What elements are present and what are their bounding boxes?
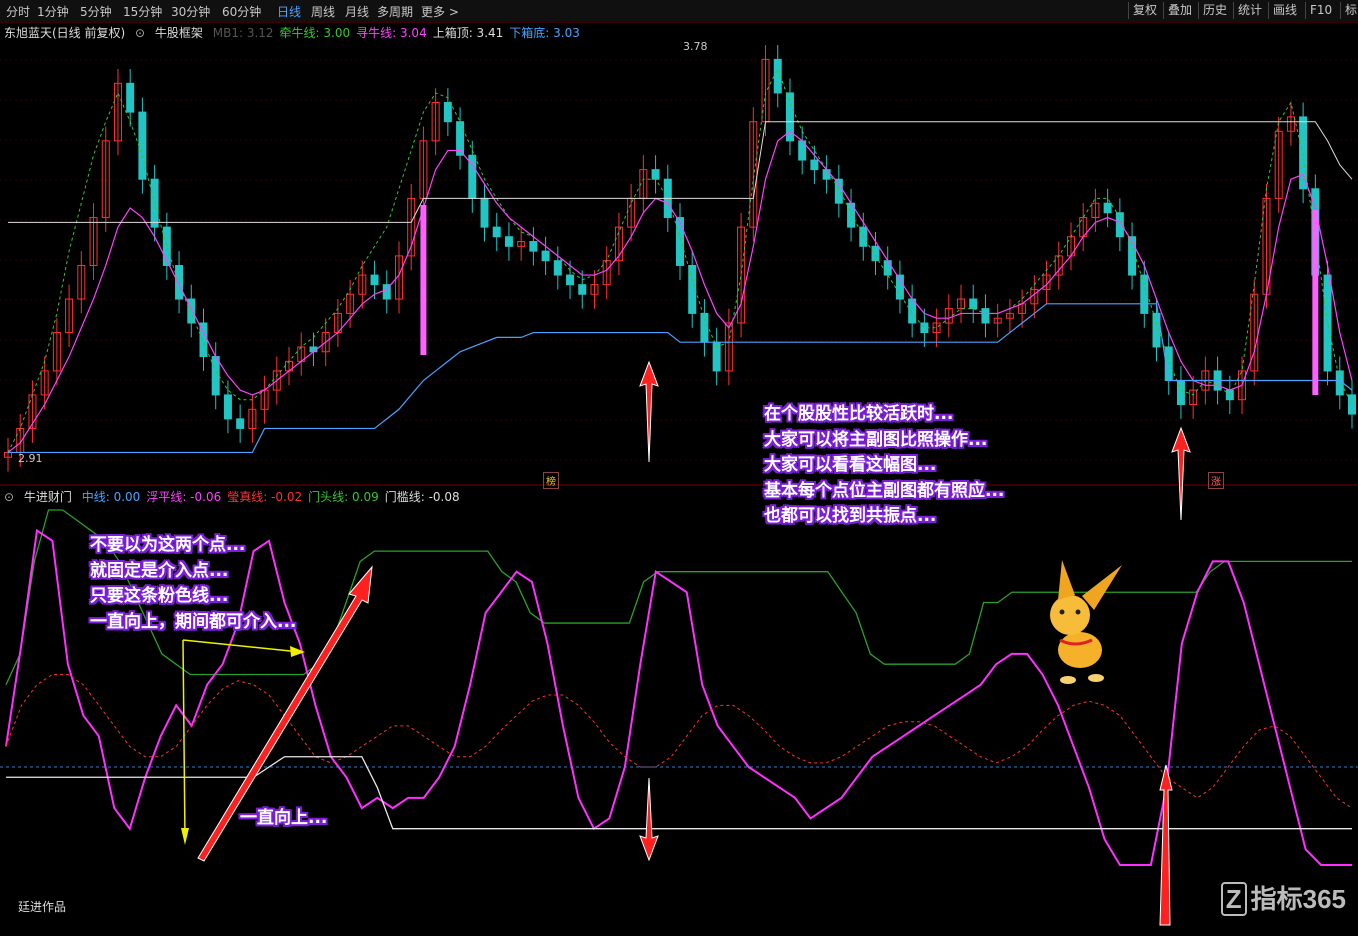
sub-series-line <box>6 756 1352 830</box>
candle-body <box>883 260 892 276</box>
dog-icon <box>1082 565 1122 610</box>
dog-icon <box>1075 609 1081 615</box>
candle-body <box>175 264 184 300</box>
note-left: 不要以为这两个点... 就固定是介入点... 只要这条粉色线... 一直向上，期… <box>90 533 296 635</box>
candle-body <box>578 284 587 295</box>
candle-body <box>492 226 501 238</box>
signal-bar <box>420 205 427 355</box>
candle-body <box>566 274 575 286</box>
note-line: 一直向上，期间都可介入... <box>90 611 297 632</box>
candle-body <box>223 394 232 420</box>
event-mark-right[interactable]: 涨 <box>1208 472 1224 489</box>
yellow-arrow-line <box>182 639 301 653</box>
note-line: 不要以为这两个点... <box>90 535 246 555</box>
candle-body <box>871 245 880 262</box>
candle-body <box>1299 116 1308 190</box>
candle-body <box>1115 212 1124 238</box>
dog-icon <box>1058 560 1075 600</box>
candle-body <box>504 236 513 247</box>
candle-body <box>676 217 684 266</box>
dog-icon <box>1059 609 1065 615</box>
sub-series-line <box>5 673 1353 809</box>
candle-body <box>553 260 562 276</box>
red-arrow-icon <box>639 360 659 463</box>
candle-body <box>895 274 904 300</box>
note-line: 就固定是介入点... <box>90 560 229 581</box>
candle-body <box>480 197 489 228</box>
note-up: 一直向上... <box>240 808 328 828</box>
candle-body <box>822 169 831 180</box>
note-line: 只要这条粉色线... <box>90 586 229 606</box>
note-line: 大家可以将主副图比照操作... <box>764 429 988 450</box>
candle-body <box>236 418 245 429</box>
candle-body <box>138 111 147 180</box>
candle-body <box>700 312 709 343</box>
note-line: 在个股股性比较活跃时... <box>764 404 954 424</box>
candle-body <box>529 241 538 252</box>
note-line: 也都可以找到共振点... <box>764 506 937 526</box>
series-line <box>7 130 1353 453</box>
candle-body <box>1140 274 1149 314</box>
dog-icon <box>1050 595 1090 635</box>
candle-body <box>1176 380 1185 405</box>
candle-body <box>1323 274 1332 372</box>
note-right: 在个股股性比较活跃时... 大家可以将主副图比照操作... 大家可以看看这幅图.… <box>764 402 1004 530</box>
note-line: 大家可以看看这幅图... <box>764 455 937 475</box>
candle-body <box>370 274 379 286</box>
candle-body <box>834 178 843 204</box>
candle-body <box>1103 202 1112 214</box>
event-mark-left[interactable]: 榜 <box>543 472 559 489</box>
dog-icon <box>1058 632 1102 668</box>
candle-body <box>981 308 990 324</box>
yellow-arrow-icon <box>181 828 189 845</box>
candle-body <box>969 298 978 310</box>
dog-icon <box>1088 674 1104 682</box>
candle-body <box>126 82 135 113</box>
high-price-label: 3.78 <box>683 40 708 53</box>
signal-bar <box>1312 210 1319 395</box>
series-line <box>8 303 1353 454</box>
candle-body <box>651 169 660 180</box>
red-down-arrow-icon <box>639 777 659 862</box>
watermark-text: 指标365 <box>1250 884 1346 914</box>
chart-canvas[interactable] <box>0 0 1358 936</box>
candle-body <box>443 102 452 123</box>
red-arrow-icon <box>1171 426 1191 521</box>
watermark: Z 指标365 <box>1220 879 1346 916</box>
candle-body <box>810 159 819 171</box>
author-label: 廷进作品 <box>18 900 67 914</box>
red-arrow-icon <box>1159 764 1173 926</box>
candle-body <box>211 356 220 396</box>
candle-body <box>541 250 550 262</box>
low-price-label: 2.91 <box>18 452 43 465</box>
note-line: 基本每个点位主副图都有照应... <box>764 480 1005 501</box>
logo-icon: Z <box>1220 882 1247 916</box>
dog-icon <box>1060 676 1076 684</box>
